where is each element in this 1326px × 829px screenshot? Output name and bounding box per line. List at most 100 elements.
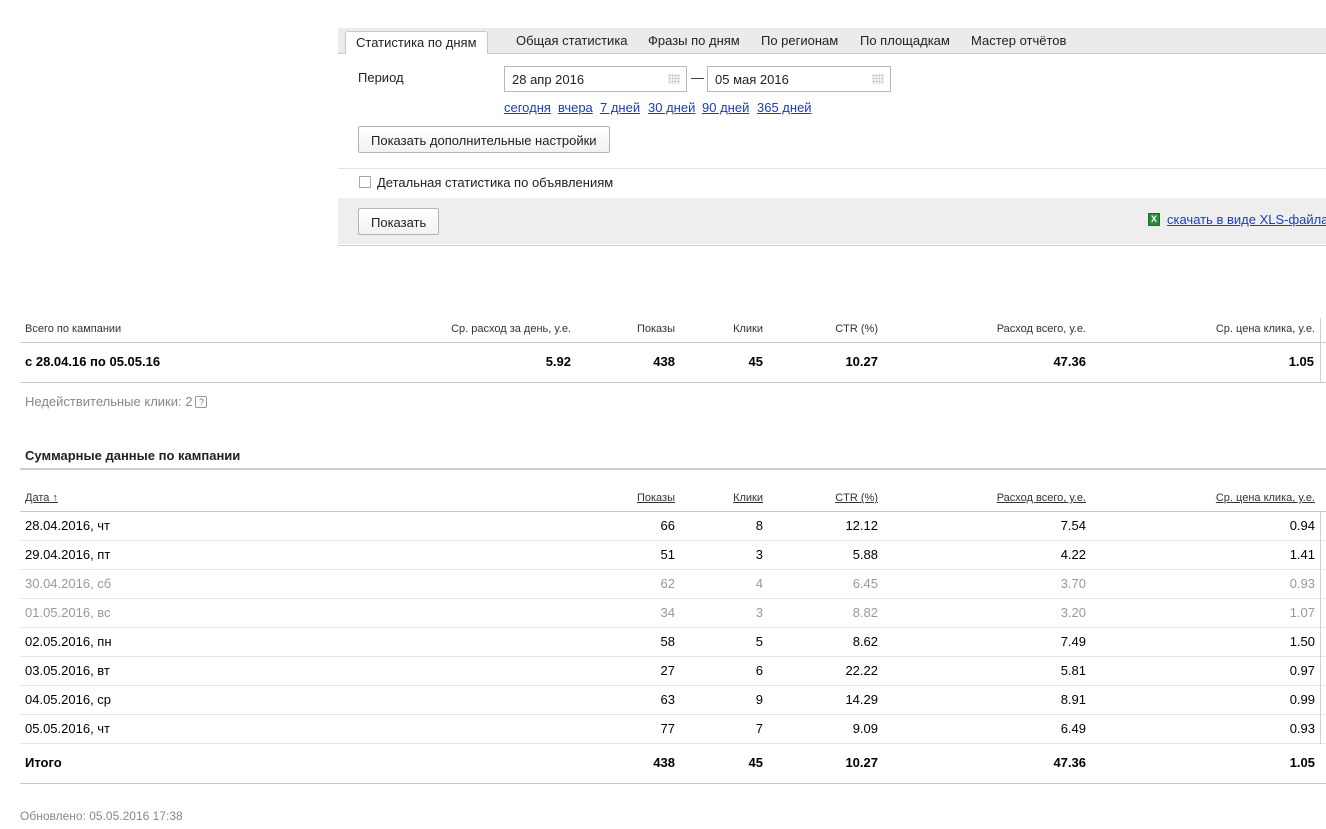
detail-stats-checkbox[interactable]	[359, 176, 371, 188]
summary-header-total-cost: Расход всего, у.е.	[996, 323, 1086, 335]
row-date: 29.04.2016, пт	[25, 547, 111, 562]
row-clicks: 4	[755, 576, 763, 591]
help-icon[interactable]: ?	[195, 396, 208, 408]
date-from-field[interactable]: 28 апр 2016	[504, 66, 687, 92]
row-date: 02.05.2016, пн	[25, 634, 112, 649]
table-row: 03.05.2016, вт 27 6 22.22 5.81 0.97	[20, 657, 1326, 686]
calendar-icon[interactable]	[668, 74, 680, 84]
row-date: 01.05.2016, вс	[25, 605, 111, 620]
row-cpc: 0.99	[1289, 692, 1315, 707]
row-shows: 62	[660, 576, 675, 591]
row-shows: 34	[660, 605, 675, 620]
report-tabs: Статистика по дням Общая статистика Фраз…	[338, 28, 1326, 55]
summary-clicks: 45	[748, 354, 763, 369]
summary-header-clicks: Клики	[733, 323, 763, 335]
tab-general-stats[interactable]: Общая статистика	[516, 33, 628, 48]
panel-footer: Показать X скачать в виде XLS-файла	[338, 198, 1326, 244]
summary-header-shows: Показы	[636, 323, 675, 335]
invalid-clicks: Недействительные клики: 2?	[25, 394, 208, 409]
row-cost: 7.54	[1060, 518, 1086, 533]
total-clicks: 45	[748, 755, 763, 770]
summary-ctr: 10.27	[845, 354, 878, 369]
download-xls-link[interactable]: скачать в виде XLS-файла	[1167, 212, 1326, 227]
total-ctr: 10.27	[845, 755, 878, 770]
row-cpc: 1.07	[1289, 605, 1315, 620]
show-button[interactable]: Показать	[358, 208, 440, 235]
campaign-summary-table: Всего по кампании Ср. расход за день, у.…	[20, 318, 1326, 383]
quick-range-7-days[interactable]: 7 дней	[600, 100, 640, 115]
quick-range-yesterday[interactable]: вчера	[558, 100, 593, 115]
row-cost: 8.91	[1060, 692, 1086, 707]
quick-range-today[interactable]: сегодня	[504, 100, 551, 115]
row-ctr: 22.22	[845, 663, 878, 678]
summary-total-cost: 47.36	[1053, 354, 1086, 369]
row-date: 05.05.2016, чт	[25, 721, 111, 736]
row-cpc: 0.94	[1289, 518, 1315, 533]
divider	[20, 468, 1326, 470]
date-to-field[interactable]: 05 мая 2016	[707, 66, 891, 92]
summary-period: с 28.04.16 по 05.05.16	[25, 354, 161, 369]
row-ctr: 8.62	[852, 634, 878, 649]
row-cost: 3.70	[1060, 576, 1086, 591]
divider	[20, 783, 1326, 784]
date-to-value: 05 мая 2016	[715, 72, 789, 87]
row-cpc: 0.93	[1289, 576, 1315, 591]
tab-by-sites[interactable]: По площадкам	[860, 33, 950, 48]
calendar-icon[interactable]	[872, 74, 884, 84]
row-ctr: 14.29	[845, 692, 878, 707]
column-header-shows[interactable]: Показы	[637, 492, 675, 504]
row-shows: 27	[660, 663, 675, 678]
tab-phrases-by-day[interactable]: Фразы по дням	[648, 33, 740, 48]
row-cpc: 0.97	[1289, 663, 1315, 678]
date-range-dash: —	[691, 70, 704, 85]
tab-report-wizard[interactable]: Мастер отчётов	[971, 33, 1066, 48]
row-cost: 6.49	[1060, 721, 1086, 736]
row-clicks: 3	[755, 547, 763, 562]
total-cost: 47.36	[1053, 755, 1086, 770]
quick-range-90-days[interactable]: 90 дней	[702, 100, 749, 115]
summary-shows: 438	[653, 354, 675, 369]
column-header-ctr[interactable]: CTR (%)	[835, 492, 878, 504]
total-cpc: 1.05	[1289, 755, 1315, 770]
summary-header-ctr: CTR (%)	[835, 323, 878, 335]
row-ctr: 5.88	[852, 547, 878, 562]
row-cpc: 1.41	[1289, 547, 1315, 562]
summary-avg-cpc: 1.05	[1288, 354, 1314, 369]
updated-timestamp: Обновлено: 05.05.2016 17:38	[20, 809, 183, 823]
total-shows: 438	[653, 755, 675, 770]
more-settings-button[interactable]: Показать дополнительные настройки	[358, 126, 610, 153]
divider	[338, 168, 1326, 169]
column-header-clicks[interactable]: Клики	[733, 492, 763, 504]
summary-header-campaign: Всего по кампании	[25, 323, 122, 335]
table-row: 01.05.2016, вс 34 3 8.82 3.20 1.07	[20, 599, 1326, 628]
campaign-table-header: Дата ↑ Показы Клики CTR (%) Расход всего…	[20, 488, 1326, 512]
row-cpc: 0.93	[1289, 721, 1315, 736]
invalid-clicks-text: Недействительные клики: 2	[25, 394, 193, 409]
row-clicks: 5	[755, 634, 763, 649]
row-ctr: 9.09	[852, 721, 878, 736]
summary-header-avg-cpc: Ср. цена клика, у.е.	[1215, 323, 1315, 335]
row-shows: 66	[660, 518, 675, 533]
excel-icon[interactable]: X	[1148, 213, 1160, 226]
row-cost: 5.81	[1060, 663, 1086, 678]
quick-range-30-days[interactable]: 30 дней	[648, 100, 695, 115]
row-ctr: 6.45	[852, 576, 878, 591]
column-header-avg-cpc[interactable]: Ср. цена клика, у.е.	[1216, 492, 1315, 504]
divider	[20, 342, 1326, 343]
row-date: 04.05.2016, ср	[25, 692, 112, 707]
table-row: 30.04.2016, сб 62 4 6.45 3.70 0.93	[20, 570, 1326, 599]
column-header-total-cost[interactable]: Расход всего, у.е.	[997, 492, 1086, 504]
row-date: 03.05.2016, вт	[25, 663, 110, 678]
divider	[1320, 318, 1321, 382]
quick-range-365-days[interactable]: 365 дней	[757, 100, 812, 115]
row-shows: 58	[660, 634, 675, 649]
summary-header-avg-daily: Ср. расход за день, у.е.	[451, 323, 571, 335]
tab-daily-stats[interactable]: Статистика по дням	[345, 31, 488, 55]
column-header-date[interactable]: Дата ↑	[25, 492, 58, 504]
row-cost: 4.22	[1060, 547, 1086, 562]
detail-stats-label[interactable]: Детальная статистика по объявлениям	[377, 175, 613, 190]
tab-by-regions[interactable]: По регионам	[761, 33, 838, 48]
section-title: Суммарные данные по кампании	[25, 448, 241, 463]
divider	[20, 382, 1326, 383]
period-label: Период	[358, 70, 404, 85]
